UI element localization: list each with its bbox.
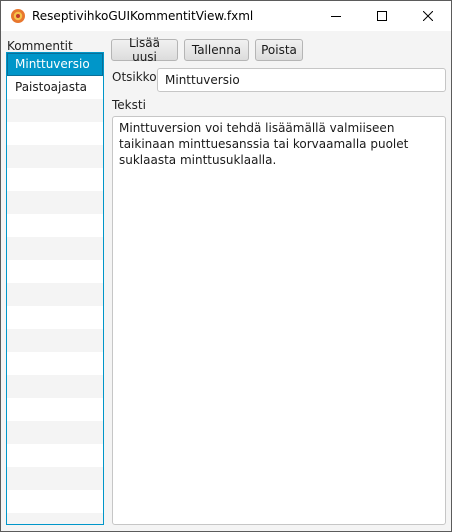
- app-icon: [10, 8, 26, 24]
- empty-list-row: [7, 260, 103, 283]
- title-field-label: Otsikko: [112, 70, 157, 84]
- list-item[interactable]: Minttuversio: [7, 53, 103, 76]
- empty-list-row: [7, 214, 103, 237]
- empty-list-row: [7, 513, 103, 524]
- text-area[interactable]: Minttuversion voi tehdä lisäämällä valmi…: [112, 116, 446, 525]
- empty-list-row: [7, 329, 103, 352]
- empty-list-row: [7, 306, 103, 329]
- comments-label: Kommentit: [7, 39, 73, 53]
- title-bar[interactable]: ReseptivihkoGUIKommentitView.fxml: [1, 1, 451, 31]
- empty-list-row: [7, 237, 103, 260]
- empty-list-row: [7, 168, 103, 191]
- close-button[interactable]: [405, 1, 451, 31]
- empty-list-row: [7, 122, 103, 145]
- empty-list-row: [7, 444, 103, 467]
- empty-list-row: [7, 398, 103, 421]
- empty-list-row: [7, 283, 103, 306]
- main-content: Kommentit Minttuversio Paistoajasta Lisä…: [1, 31, 451, 531]
- comments-list[interactable]: Minttuversio Paistoajasta: [6, 52, 104, 525]
- add-new-button[interactable]: Lisää uusi: [111, 36, 178, 64]
- window-title: ReseptivihkoGUIKommentitView.fxml: [32, 9, 254, 23]
- empty-list-row: [7, 490, 103, 513]
- save-button[interactable]: Tallenna: [184, 39, 249, 61]
- list-item[interactable]: Paistoajasta: [7, 76, 103, 99]
- maximize-icon: [377, 11, 387, 21]
- minimize-button[interactable]: [313, 1, 359, 31]
- text-field-label: Teksti: [112, 98, 146, 112]
- empty-list-row: [7, 145, 103, 168]
- maximize-button[interactable]: [359, 1, 405, 31]
- toolbar: Lisää uusi Tallenna Poista: [111, 36, 303, 64]
- close-icon: [423, 11, 433, 21]
- minimize-icon: [331, 16, 341, 17]
- empty-list-row: [7, 99, 103, 122]
- empty-list-row: [7, 191, 103, 214]
- empty-list-row: [7, 352, 103, 375]
- app-window: ReseptivihkoGUIKommentitView.fxml Kommen…: [0, 0, 452, 532]
- empty-list-row: [7, 375, 103, 398]
- title-input[interactable]: Minttuversio: [157, 68, 446, 92]
- empty-list-row: [7, 421, 103, 444]
- window-controls: [313, 1, 451, 31]
- delete-button[interactable]: Poista: [255, 39, 303, 61]
- empty-list-row: [7, 467, 103, 490]
